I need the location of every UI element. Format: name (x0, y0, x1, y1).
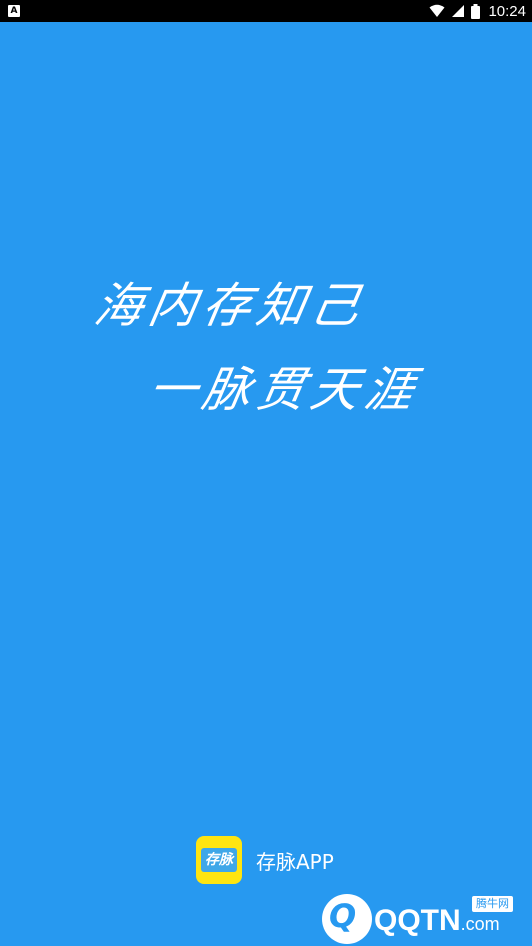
watermark-mark: Q (329, 897, 357, 935)
slogan-line-1: 海内存知己 (90, 278, 371, 334)
watermark-logo-icon: Q (322, 894, 372, 944)
battery-icon (471, 3, 481, 19)
signal-icon (452, 5, 465, 17)
slogan-line-2: 一脉贯天涯 (144, 362, 425, 418)
status-time: 10:24 (488, 2, 526, 20)
app-logo-icon: 存脉 (196, 836, 242, 884)
status-bar: A 10:24 (0, 0, 532, 22)
app-logo-text: 存脉 (201, 848, 237, 872)
watermark-name: QQTN (374, 904, 461, 937)
status-right-group: 10:24 (429, 0, 526, 22)
notification-icon: A (8, 5, 20, 17)
watermark-badge: 腾牛网 (472, 896, 513, 912)
wifi-icon (429, 4, 445, 17)
watermark: Q QQTN.com 腾牛网 (322, 892, 528, 944)
app-name: 存脉APP (256, 849, 334, 874)
brand-footer: 存脉 存脉APP (196, 836, 334, 884)
watermark-suffix: .com (460, 914, 500, 934)
